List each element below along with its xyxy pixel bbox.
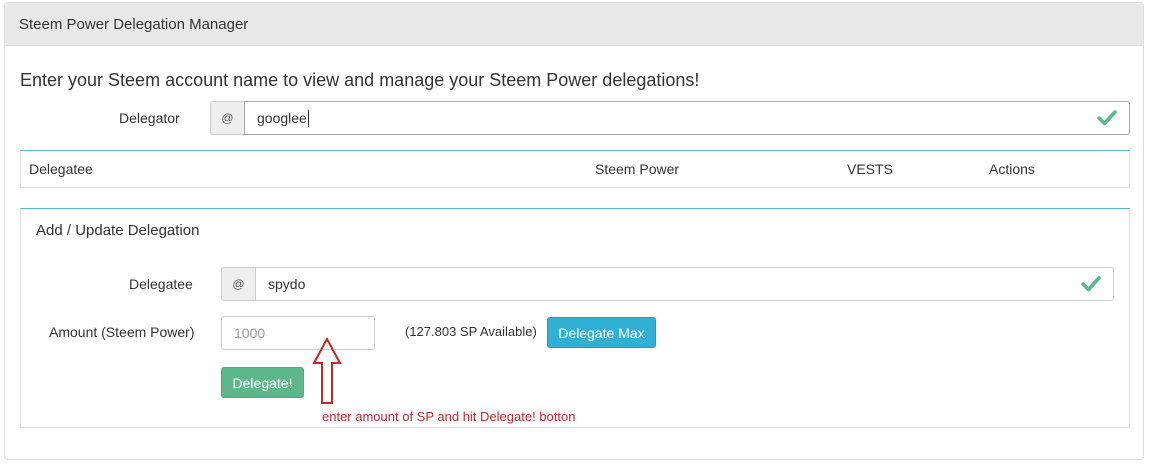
delegatee-value: spydo <box>268 276 306 292</box>
delegator-input-group[interactable]: @ googlee <box>210 101 1130 135</box>
delegatee-label: Delegatee <box>129 276 193 292</box>
delegator-input[interactable]: googlee <box>244 101 1130 135</box>
delegatee-at-prefix: @ <box>221 267 255 301</box>
delegations-table: Delegatee Steem Power VESTS Actions <box>20 150 1130 188</box>
add-update-title: Add / Update Delegation <box>36 222 200 239</box>
delegatee-input-group[interactable]: @ spydo <box>221 267 1114 301</box>
column-header-vests: VESTS <box>847 161 893 177</box>
delegate-button[interactable]: Delegate! <box>221 367 304 398</box>
delegator-label: Delegator <box>119 110 180 126</box>
delegate-max-button[interactable]: Delegate Max <box>547 317 656 348</box>
delegator-at-prefix: @ <box>210 101 244 135</box>
column-header-delegatee: Delegatee <box>29 161 93 177</box>
annotation-text: enter amount of SP and hit Delegate! bot… <box>322 409 576 424</box>
text-cursor <box>307 109 309 127</box>
column-header-actions: Actions <box>989 161 1035 177</box>
amount-input[interactable]: 1000 <box>221 316 375 350</box>
add-update-delegation-panel: Add / Update Delegation Delegatee @ spyd… <box>20 208 1130 428</box>
up-arrow-outline-icon <box>312 337 342 404</box>
column-header-steem-power: Steem Power <box>595 161 680 177</box>
check-icon <box>1081 276 1101 292</box>
amount-label: Amount (Steem Power) <box>49 324 195 340</box>
intro-text: Enter your Steem account name to view an… <box>20 70 700 90</box>
delegatee-input[interactable]: spydo <box>255 267 1114 301</box>
delegator-value: googlee <box>257 110 307 126</box>
check-icon <box>1097 110 1117 126</box>
panel-title: Steem Power Delegation Manager <box>5 3 1143 46</box>
available-sp-text: (127.803 SP Available) <box>405 324 537 339</box>
delegation-manager-panel: Steem Power Delegation Manager Enter you… <box>4 2 1144 460</box>
